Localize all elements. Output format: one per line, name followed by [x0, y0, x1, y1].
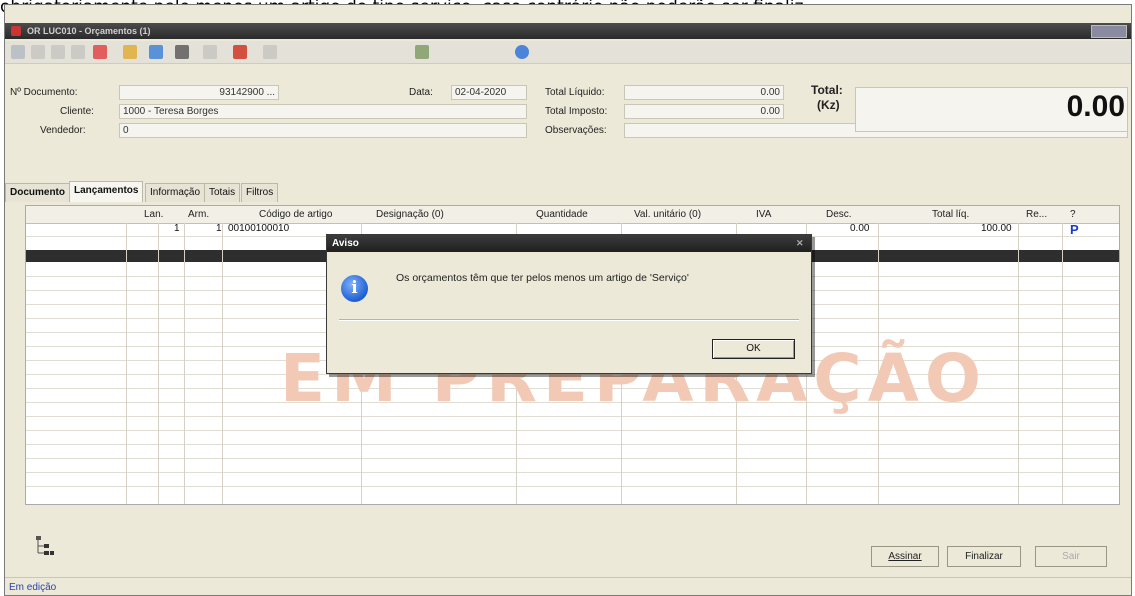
save-icon[interactable] [51, 45, 65, 59]
print-icon[interactable] [71, 45, 85, 59]
grid-icon[interactable] [415, 45, 429, 59]
row-total: 100.00 [981, 223, 1012, 234]
grid-line [26, 430, 1119, 431]
col-designacao[interactable]: Designação (0) [376, 209, 444, 220]
grid-col-divider [126, 223, 127, 504]
dialog-message: Os orçamentos têm que ter pelos menos um… [396, 272, 689, 284]
tools-icon[interactable] [149, 45, 163, 59]
row-lan: 1 [174, 223, 180, 234]
col-desc[interactable]: Desc. [826, 209, 852, 220]
row-desc: 0.00 [850, 223, 870, 234]
web-icon[interactable] [515, 45, 529, 59]
cliente-field[interactable]: 1000 - Teresa Borges [119, 104, 527, 119]
delete-icon[interactable] [93, 45, 107, 59]
col-codigo[interactable]: Código de artigo [259, 209, 332, 220]
warning-dialog: Aviso ✕ i Os orçamentos têm que ter pelo… [326, 234, 812, 374]
status-bar: Em edição [5, 577, 1131, 595]
dialog-separator [339, 319, 799, 321]
data-field[interactable]: 02-04-2020 [451, 85, 527, 100]
finalizar-button[interactable]: Finalizar [947, 546, 1021, 567]
grid-line [26, 472, 1119, 473]
col-flag[interactable]: ? [1070, 209, 1076, 220]
observacoes-label: Observações: [545, 125, 607, 136]
dialog-title-bar: Aviso ✕ [327, 235, 811, 252]
doc-number-label: Nº Documento: [10, 87, 78, 98]
find-icon[interactable] [175, 45, 189, 59]
open-icon[interactable] [31, 45, 45, 59]
col-re[interactable]: Re... [1026, 209, 1047, 220]
tab-totais[interactable]: Totais [204, 183, 241, 202]
total-liquido-label: Total Líquido: [545, 87, 605, 98]
grid-line [26, 458, 1119, 459]
assinar-button[interactable]: Assinar [871, 546, 939, 567]
grid-col-divider [1062, 223, 1063, 504]
table-row[interactable]: 1 1 00100100010 0.00 100.00 P [26, 222, 1119, 237]
col-quantidade[interactable]: Quantidade [536, 209, 588, 220]
dialog-title: Aviso [332, 238, 359, 249]
col-lan[interactable]: Lan. [144, 209, 163, 220]
vendedor-field[interactable]: 0 [119, 123, 527, 138]
row-flag: P [1070, 222, 1079, 237]
filter-icon[interactable] [203, 45, 217, 59]
data-label: Data: [409, 87, 433, 98]
tab-documento[interactable]: Documento [5, 183, 70, 202]
cliente-label: Cliente: [60, 106, 94, 117]
tab-informacao[interactable]: Informação [145, 183, 206, 202]
vendedor-label: Vendedor: [40, 125, 86, 136]
layout-icon[interactable] [263, 45, 277, 59]
grid-col-divider [222, 223, 223, 504]
tab-filtros[interactable]: Filtros [241, 183, 279, 202]
ok-button[interactable]: OK [712, 339, 795, 359]
total-currency-label: (Kz) [817, 98, 840, 112]
col-arm[interactable]: Arm. [188, 209, 209, 220]
row-arm: 1 [216, 223, 222, 234]
grid-header: Lan. Arm. Código de artigo Designação (0… [26, 206, 1119, 224]
info-icon: i [341, 275, 368, 302]
total-value: 0.00 [1066, 90, 1125, 123]
window-title: OR LUC010 - Orçamentos (1) [27, 26, 151, 36]
grid-line [26, 444, 1119, 445]
total-imposto-label: Total Imposto: [545, 106, 608, 117]
sair-button[interactable]: Sair [1035, 546, 1107, 567]
edit-icon[interactable] [123, 45, 137, 59]
tab-bar: Documento Lançamentos Informação Totais … [5, 181, 1131, 203]
dialog-close-icon[interactable]: ✕ [796, 239, 805, 248]
grid-col-divider [158, 223, 159, 504]
row-codigo: 00100100010 [228, 223, 290, 234]
window-controls[interactable] [1091, 25, 1127, 38]
col-iva[interactable]: IVA [756, 209, 771, 220]
col-total-liq[interactable]: Total líq. [932, 209, 969, 220]
grid-col-divider [184, 223, 185, 504]
total-display: 0.00 [855, 87, 1128, 132]
tree-view-icon[interactable] [35, 535, 55, 557]
app-window: OR LUC010 - Orçamentos (1) Nº Documento:… [4, 4, 1132, 596]
col-val-unitario[interactable]: Val. unitário (0) [634, 209, 701, 220]
total-liquido-field: 0.00 [624, 85, 784, 100]
grid-line [26, 486, 1119, 487]
title-bar: OR LUC010 - Orçamentos (1) [5, 23, 1131, 39]
app-icon [11, 26, 21, 36]
new-icon[interactable] [11, 45, 25, 59]
total-label: Total: [811, 83, 843, 97]
export-icon[interactable] [233, 45, 247, 59]
grid-col-divider [1018, 223, 1019, 504]
total-imposto-field: 0.00 [624, 104, 784, 119]
toolbar [5, 41, 1131, 64]
doc-number-field[interactable]: 93142900 ... [119, 85, 279, 100]
tab-lancamentos[interactable]: Lançamentos [69, 181, 144, 202]
